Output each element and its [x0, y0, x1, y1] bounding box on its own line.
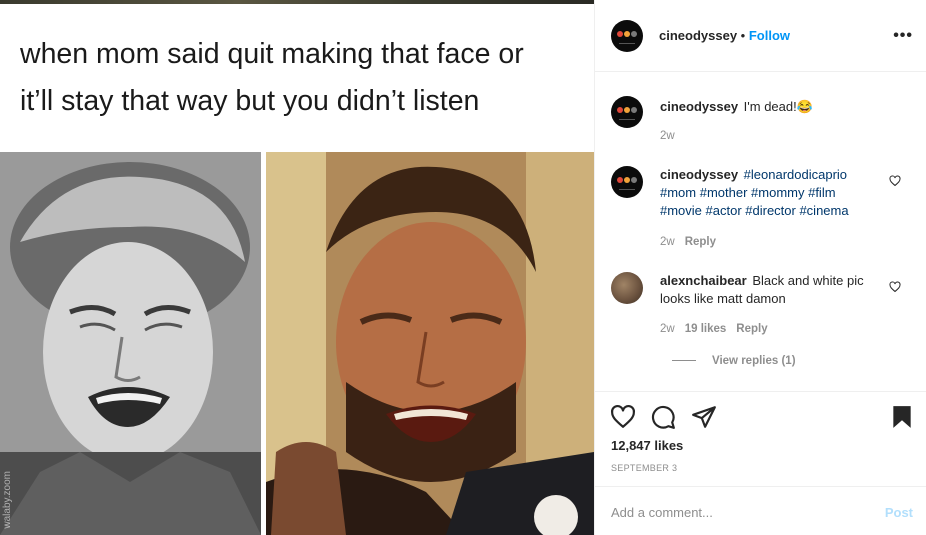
meme-photo-young: walaby.zoom: [0, 152, 261, 535]
comment-username[interactable]: cineodyssey: [660, 99, 738, 114]
bookmark-filled-icon[interactable]: [889, 404, 915, 430]
avatar-line: [619, 43, 635, 44]
comment-bubble-icon[interactable]: [650, 404, 676, 430]
view-replies-button[interactable]: View replies (1): [672, 355, 796, 367]
comment-avatar[interactable]: [611, 96, 643, 128]
author-username[interactable]: cineodyssey: [659, 28, 737, 43]
comment-time[interactable]: 2w: [660, 130, 675, 142]
header-row: cineodyssey • Follow: [659, 28, 790, 43]
post-comment-button[interactable]: Post: [885, 505, 913, 520]
avatar-dot-gray: [631, 177, 637, 183]
hashtag-line[interactable]: #mom #mother #mommy #film: [660, 184, 849, 202]
heart-outline-icon[interactable]: [610, 404, 636, 430]
post-image[interactable]: when mom said quit making that face or i…: [0, 0, 594, 535]
meme-caption-line-1: when mom said quit making that face or: [20, 38, 524, 70]
comment-text: cineodyssey #leonardodicaprio #mom #moth…: [660, 166, 849, 220]
post-sidebar: cineodyssey • Follow ••• cineodyssey I'm…: [594, 0, 926, 535]
post-actions: 12,847 likes SEPTEMBER 3: [595, 391, 926, 486]
avatar-dot-red: [617, 31, 623, 37]
comment-likes[interactable]: 19 likes: [685, 323, 727, 335]
comment-username[interactable]: cineodyssey: [660, 167, 738, 182]
comment-meta: 2w 19 likes Reply: [660, 323, 778, 335]
avatar-line: [619, 189, 635, 190]
comment-username[interactable]: alexnchaibear: [660, 273, 747, 288]
add-comment-input[interactable]: [611, 501, 861, 523]
commenter-avatar[interactable]: [611, 272, 643, 304]
avatar-dot-gray: [631, 107, 637, 113]
reply-button[interactable]: Reply: [685, 236, 716, 248]
young-face-illustration: [0, 152, 261, 535]
comment-body: I'm dead!😂: [743, 99, 813, 114]
likes-count[interactable]: 12,847 likes: [611, 438, 683, 453]
meme-caption-line-2: it’ll stay that way but you didn’t liste…: [20, 85, 480, 117]
comment-time[interactable]: 2w: [660, 236, 675, 248]
paper-plane-icon[interactable]: [691, 404, 717, 430]
comment-body-line1: Black and white pic: [752, 273, 864, 288]
reply-button[interactable]: Reply: [736, 323, 767, 335]
comment-avatar[interactable]: [611, 166, 643, 198]
avatar-dot-orange: [624, 31, 630, 37]
avatar-line: [619, 119, 635, 120]
avatar-dot-gray: [631, 31, 637, 37]
add-comment-bar: Post: [595, 486, 926, 535]
adult-face-illustration: [266, 152, 594, 535]
avatar-dot-orange: [624, 177, 630, 183]
separator-dot: •: [740, 28, 746, 43]
comment-text: cineodyssey I'm dead!😂: [660, 98, 813, 116]
comment-meta: 2w: [660, 130, 685, 142]
follow-button[interactable]: Follow: [749, 28, 790, 43]
more-options-icon[interactable]: •••: [893, 27, 913, 45]
comment-text: alexnchaibear Black and white pic looks …: [660, 272, 864, 308]
avatar-dot-red: [617, 177, 623, 183]
author-avatar[interactable]: [611, 20, 643, 52]
meme-photo-adult: [266, 152, 594, 535]
image-top-strip: [0, 0, 594, 4]
replies-divider-line: [672, 360, 696, 362]
post-date[interactable]: SEPTEMBER 3: [611, 463, 677, 473]
hashtag-line[interactable]: #movie #actor #director #cinema: [660, 202, 849, 220]
avatar-dot-orange: [624, 107, 630, 113]
post-header: cineodyssey • Follow •••: [595, 0, 926, 72]
view-replies-label: View replies (1): [712, 355, 796, 367]
comment-meta: 2w Reply: [660, 236, 726, 248]
comment-body-line2: looks like matt damon: [660, 291, 786, 306]
comment-like-heart-icon[interactable]: [889, 175, 901, 187]
avatar-dot-red: [617, 107, 623, 113]
comment-time[interactable]: 2w: [660, 323, 675, 335]
hashtag-link[interactable]: #leonardodicaprio: [744, 167, 847, 182]
comment-like-heart-icon[interactable]: [889, 281, 901, 293]
image-watermark: walaby.zoom: [2, 471, 13, 529]
